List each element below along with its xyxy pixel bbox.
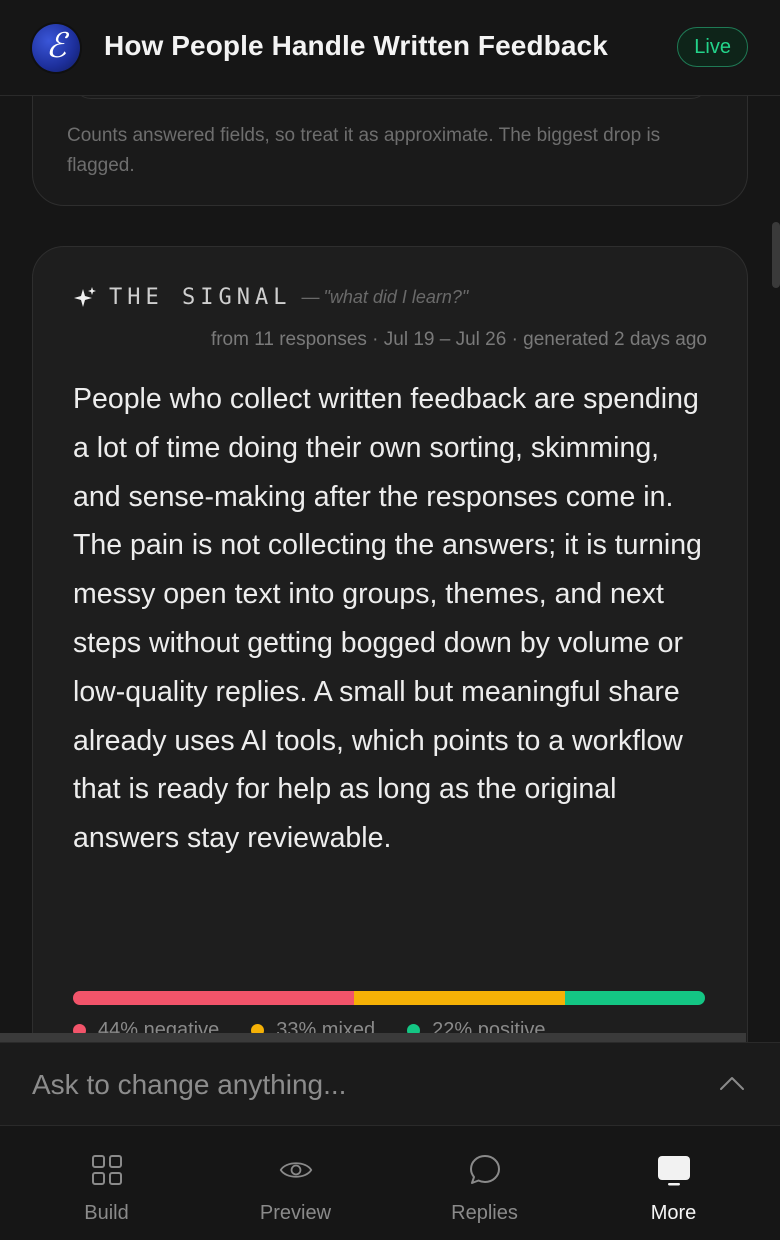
signal-heading: THE SIGNAL — "what did I learn?" [73,285,468,310]
grid-icon [91,1155,122,1185]
prompt-bar [0,1042,780,1126]
sentiment-bar [73,991,705,1005]
scroll-content[interactable]: Counts answered fields, so treat it as a… [0,96,780,1042]
live-status-badge[interactable]: Live [677,27,748,67]
eye-icon [279,1162,312,1178]
vertical-scrollbar-thumb[interactable] [772,222,780,288]
sentiment-segment-positive [564,991,705,1005]
bottom-nav: Build Preview Replies More [0,1126,780,1240]
chevron-up-icon[interactable] [718,1073,746,1093]
nav-item-build[interactable]: Build [12,1126,201,1240]
signal-question: "what did I learn?" [323,287,469,307]
app-window: ℰ How People Handle Written Feedback Liv… [0,0,780,1240]
chat-bubble-icon [469,1155,500,1184]
ask-input[interactable] [32,1065,672,1105]
nav-item-preview[interactable]: Preview [201,1126,390,1240]
sparkle-icon [74,286,96,307]
page-title: How People Handle Written Feedback [104,30,608,61]
nav-label-preview: Preview [259,1202,332,1224]
previous-card-note: Counts answered fields, so treat it as a… [67,125,661,176]
nav-label-build: Build [84,1202,129,1224]
horizontal-scrollbar[interactable] [0,1033,746,1042]
signal-meta: from 11 responses · Jul 19 – Jul 26 · ge… [210,329,707,350]
sentiment-segment-mixed [353,991,565,1005]
app-header: ℰ How People Handle Written Feedback Liv… [0,0,780,96]
previous-card-inner-box [73,96,709,99]
monitor-icon [657,1156,690,1186]
previous-card: Counts answered fields, so treat it as a… [32,96,748,206]
signal-label: THE SIGNAL [109,285,292,310]
signal-dash: — [301,287,320,307]
nav-label-replies: Replies [451,1202,518,1224]
nav-item-more[interactable]: More [579,1126,768,1240]
nav-item-replies[interactable]: Replies [390,1126,579,1240]
logo-glyph: ℰ [45,26,67,66]
sentiment-segment-negative [73,991,354,1005]
signal-card: THE SIGNAL — "what did I learn?" from 11… [32,246,748,1042]
signal-summary: People who collect written feedback are … [73,383,702,855]
app-logo[interactable]: ℰ [32,24,80,72]
nav-label-more: More [650,1202,697,1224]
